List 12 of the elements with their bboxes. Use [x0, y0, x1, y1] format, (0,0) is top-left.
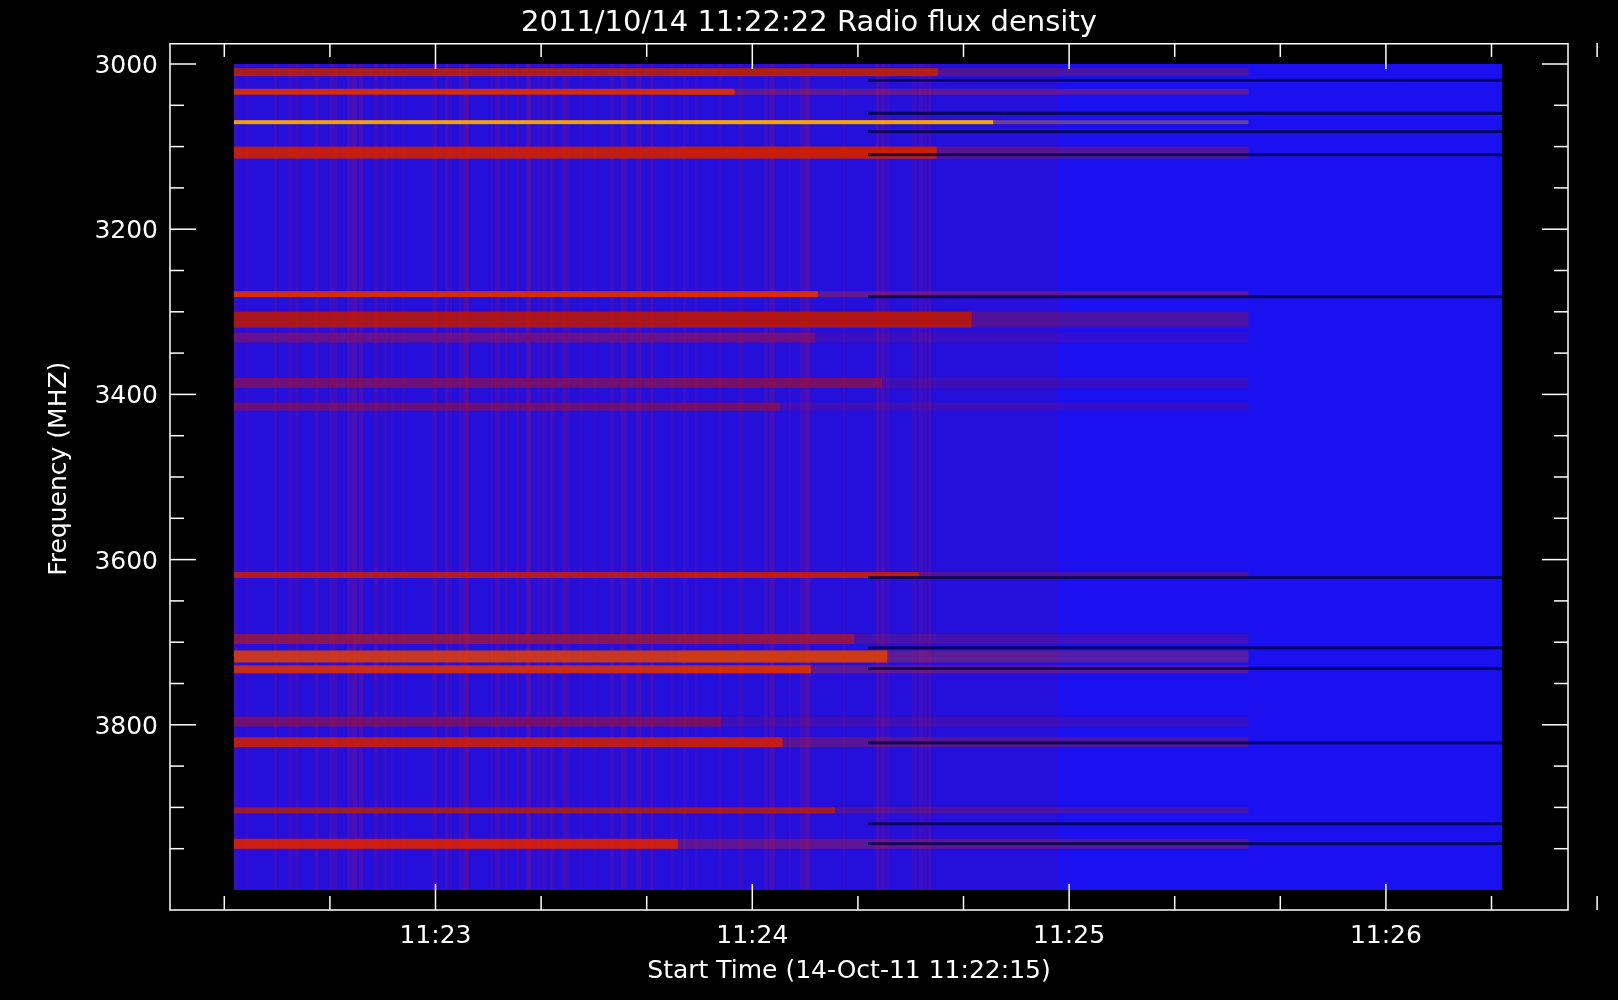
y-tick-label: 3800: [94, 710, 158, 740]
x-axis-label: Start Time (14-Oct-11 11:22:15): [647, 955, 1051, 985]
chart-title: 2011/10/14 11:22:22 Radio flux density: [521, 3, 1097, 40]
x-tick-label: 11:24: [716, 920, 789, 949]
x-tick-label: 11:25: [1033, 920, 1106, 949]
y-axis-label: Frequency (MHZ): [43, 361, 72, 576]
y-tick-label: 3000: [94, 50, 158, 79]
x-tick-label: 11:26: [1349, 920, 1422, 949]
x-tick-label: 11:23: [399, 920, 472, 949]
y-tick-label: 3600: [94, 545, 158, 575]
y-tick-label: 3400: [94, 380, 158, 410]
y-tick-label: 3200: [94, 215, 158, 245]
